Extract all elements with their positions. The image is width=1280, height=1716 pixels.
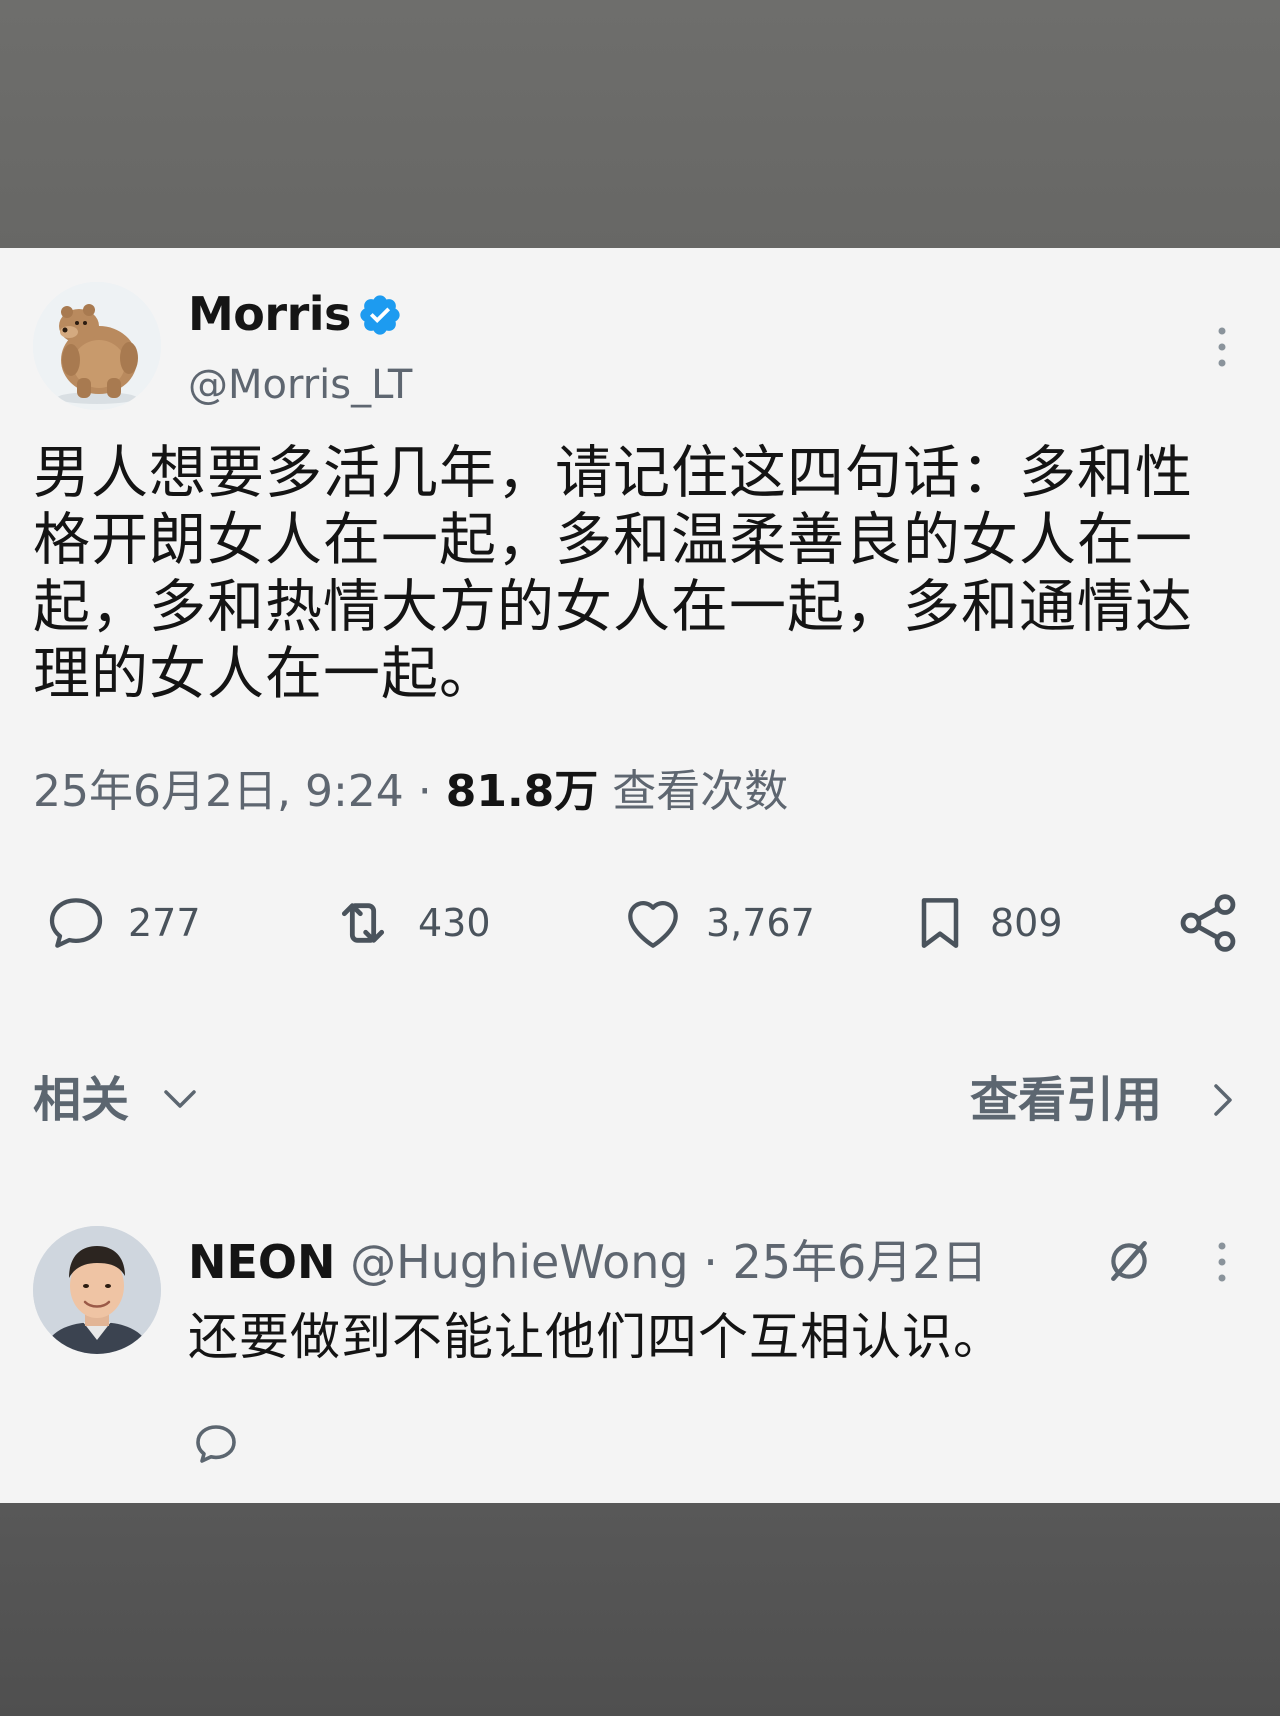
- reply-count: 277: [128, 901, 201, 945]
- bookmark-count: 809: [990, 901, 1063, 945]
- retweet-button[interactable]: 430: [326, 888, 491, 958]
- grok-icon[interactable]: [1104, 1236, 1154, 1286]
- chevron-down-icon[interactable]: [160, 1084, 200, 1116]
- bottom-background-band: [0, 1503, 1280, 1716]
- comment-icon: [49, 898, 103, 948]
- bookmark-button[interactable]: 809: [908, 888, 1063, 958]
- reply-header: NEON @HughieWong · 25年6月2日: [188, 1232, 988, 1292]
- author-handle[interactable]: @Morris_LT: [188, 360, 412, 410]
- reply-author-name[interactable]: NEON: [188, 1235, 336, 1289]
- share-button[interactable]: [1174, 888, 1242, 958]
- view-count-label: 查看次数: [598, 766, 789, 817]
- like-count: 3,767: [706, 901, 815, 945]
- tweet-text: 男人想要多活几年，请记住这四句话：多和性格开朗女人在一起，多和温柔善良的女人在一…: [33, 440, 1193, 707]
- heart-icon: [628, 901, 678, 948]
- reply-avatar[interactable]: [33, 1226, 161, 1354]
- reply-text: 还要做到不能让他们四个互相认识。: [188, 1308, 1004, 1366]
- reply-button[interactable]: 277: [42, 888, 201, 958]
- like-button[interactable]: 3,767: [618, 888, 815, 958]
- related-toggle[interactable]: 相关: [33, 1070, 129, 1130]
- reply-comment-icon[interactable]: [190, 1420, 242, 1468]
- person-avatar-icon: [33, 1226, 161, 1354]
- view-count: 81.8万: [445, 766, 599, 817]
- view-quotes-link[interactable]: 查看引用: [970, 1070, 1162, 1130]
- author-avatar[interactable]: [33, 282, 161, 410]
- chevron-right-icon[interactable]: [1208, 1078, 1238, 1122]
- bear-avatar-icon: [33, 282, 161, 410]
- verified-badge-icon: [357, 292, 403, 338]
- more-options-icon[interactable]: [1214, 325, 1230, 369]
- tweet-date[interactable]: 25年6月2日, 9:24 ·: [33, 766, 446, 817]
- retweet-icon: [341, 903, 385, 943]
- bookmark-icon: [921, 898, 959, 948]
- retweet-count: 430: [418, 901, 491, 945]
- tweet-meta: 25年6月2日, 9:24 · 81.8万 查看次数: [33, 762, 788, 822]
- top-background-band: [0, 0, 1280, 248]
- reply-more-options-icon[interactable]: [1214, 1240, 1230, 1284]
- reply-author-handle[interactable]: @HughieWong · 25年6月2日: [336, 1235, 987, 1289]
- author-name[interactable]: Morris: [188, 286, 351, 342]
- share-icon: [1180, 894, 1236, 952]
